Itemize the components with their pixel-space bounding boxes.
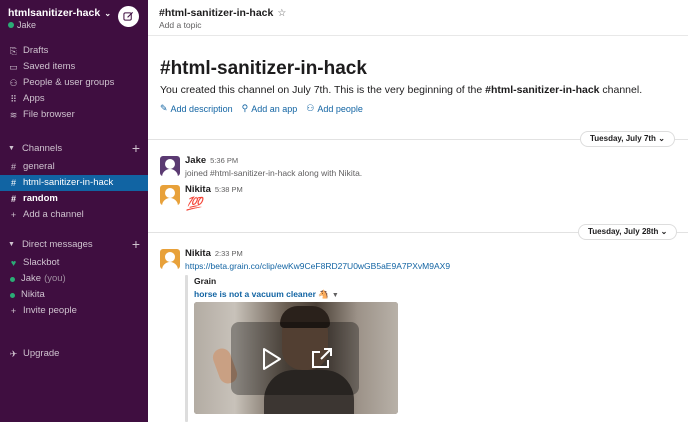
files-icon: ≋ xyxy=(9,110,18,120)
invite-people-link[interactable]: + Invite people xyxy=(8,303,144,319)
pencil-icon: ✎ xyxy=(160,103,168,113)
presence-dot-icon xyxy=(10,276,15,282)
external-link-icon[interactable] xyxy=(310,346,334,370)
attachment-bar xyxy=(185,275,188,422)
message-author[interactable]: Nikita 5:38 PM xyxy=(185,184,243,195)
intro-title: #html-sanitizer-in-hack xyxy=(160,58,367,79)
sidebar-item-drafts[interactable]: ⎘ Drafts xyxy=(8,43,144,59)
video-overlay xyxy=(231,322,359,395)
video-preview[interactable] xyxy=(194,302,398,414)
avatar[interactable] xyxy=(160,185,180,205)
upgrade-link[interactable]: ✈ Upgrade xyxy=(8,346,144,362)
add-person-icon: ⚇ xyxy=(306,103,315,113)
message-author[interactable]: Jake 5:36 PM xyxy=(185,155,238,166)
sidebar-item-dm-jake[interactable]: Jake (you) xyxy=(8,271,144,287)
date-divider-july-7[interactable]: Tuesday, July 7th ⌄ xyxy=(580,131,675,147)
message-author[interactable]: Nikita 2:33 PM xyxy=(185,248,243,259)
sidebar-item-channel-general[interactable]: # general xyxy=(8,159,144,175)
date-divider-july-28[interactable]: Tuesday, July 28th ⌄ xyxy=(578,224,678,240)
channel-title[interactable]: #html-sanitizer-in-hack ☆ xyxy=(159,7,286,19)
channels-section-header[interactable]: ▼ Channels + xyxy=(8,141,140,157)
chevron-down-icon: ⌄ xyxy=(660,227,668,236)
sidebar-item-apps[interactable]: ⠿ Apps xyxy=(8,91,144,107)
caret-down-icon[interactable]: ▼ xyxy=(332,292,339,299)
bookmark-icon: ▭ xyxy=(9,62,18,72)
plus-icon: + xyxy=(10,210,17,220)
intro-text: You created this channel on July 7th. Th… xyxy=(160,84,643,96)
attachment-service: Grain xyxy=(194,276,217,286)
channel-header: #html-sanitizer-in-hack ☆ Add a topic xyxy=(148,0,688,36)
avatar[interactable] xyxy=(160,156,180,176)
add-topic-link[interactable]: Add a topic xyxy=(159,20,202,30)
message-link[interactable]: https://beta.grain.co/clip/ewKw9CeF8RD27… xyxy=(185,261,450,271)
add-channel-link[interactable]: + Add a channel xyxy=(8,207,144,223)
play-icon[interactable] xyxy=(260,346,284,372)
plus-icon: + xyxy=(10,306,17,316)
heart-icon: ♥ xyxy=(10,258,17,268)
add-dm-plus-icon[interactable]: + xyxy=(132,237,140,251)
sidebar-item-channel-random[interactable]: # random xyxy=(8,191,144,207)
app-icon: ⚲ xyxy=(241,103,249,113)
chevron-down-icon: ⌄ xyxy=(102,9,112,18)
workspace-name[interactable]: htmlsanitizer-hack ⌄ xyxy=(8,7,111,19)
drafts-icon: ⎘ xyxy=(9,46,18,56)
add-description-link[interactable]: ✎ Add description xyxy=(160,103,233,114)
people-icon: ⚇ xyxy=(9,78,18,88)
chevron-down-icon: ⌄ xyxy=(658,134,665,143)
sidebar-item-people[interactable]: ⚇ People & user groups xyxy=(8,75,144,91)
workspace-header[interactable]: htmlsanitizer-hack ⌄ Jake xyxy=(0,0,148,36)
hundred-points-emoji: 💯 xyxy=(186,196,202,211)
workspace-user: Jake xyxy=(8,20,36,30)
message-text: joined #html-sanitizer-in-hack along wit… xyxy=(185,168,363,178)
compose-button[interactable] xyxy=(118,6,139,27)
compose-icon xyxy=(123,11,134,21)
sidebar-item-channel-html-sanitizer-in-hack[interactable]: # html-sanitizer-in-hack xyxy=(8,175,144,191)
sidebar: htmlsanitizer-hack ⌄ Jake ⎘ Drafts ▭ Saved… xyxy=(0,0,148,422)
sidebar-item-files[interactable]: ≋ File browser xyxy=(8,107,144,123)
star-icon[interactable]: ☆ xyxy=(277,8,286,19)
presence-dot-icon xyxy=(8,22,14,28)
caret-down-icon: ▼ xyxy=(8,241,15,248)
add-channel-plus-icon[interactable]: + xyxy=(132,141,140,155)
sidebar-item-saved[interactable]: ▭ Saved items xyxy=(8,59,144,75)
caret-down-icon: ▼ xyxy=(8,145,15,152)
sidebar-item-dm-nikita[interactable]: Nikita xyxy=(8,287,144,303)
apps-grid-icon: ⠿ xyxy=(10,94,17,104)
add-app-link[interactable]: ⚲ Add an app xyxy=(242,103,298,114)
channel-view: #html-sanitizer-in-hack ☆ Add a topic #ht… xyxy=(148,0,688,422)
sidebar-item-dm-slackbot[interactable]: ♥ Slackbot xyxy=(8,255,144,271)
add-people-link[interactable]: ⚇ Add people xyxy=(306,103,363,114)
rocket-icon: ✈ xyxy=(9,349,18,359)
attachment-title[interactable]: horse is not a vacuum cleaner 🐴 ▼ xyxy=(194,289,339,300)
intro-actions: ✎ Add description ⚲ Add an app ⚇ Add people xyxy=(160,103,372,114)
dm-section-header[interactable]: ▼ Direct messages + xyxy=(8,237,140,253)
presence-dot-icon xyxy=(10,292,15,298)
avatar[interactable] xyxy=(160,249,180,269)
